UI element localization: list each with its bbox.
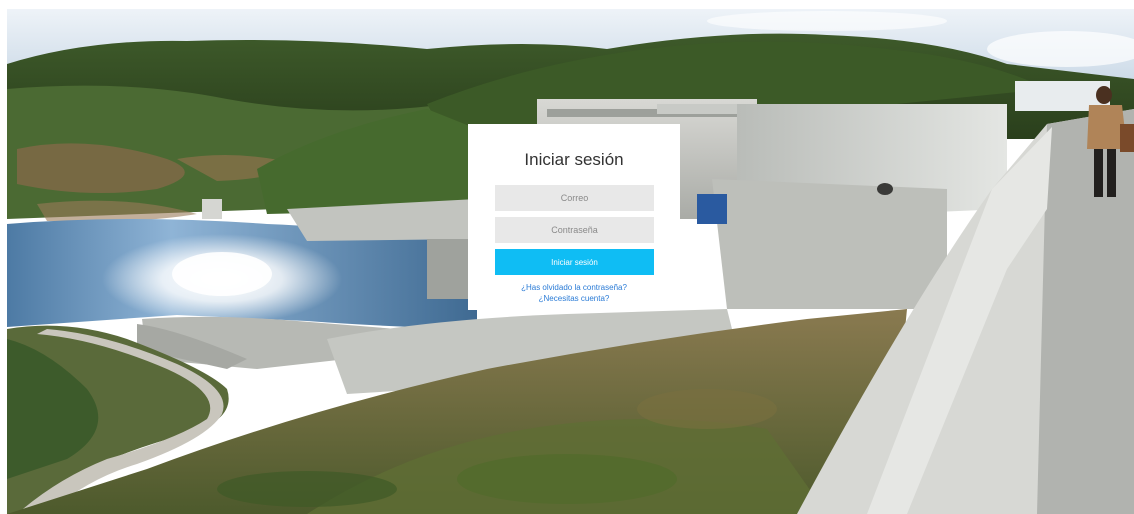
forgot-password-link[interactable]: ¿Has olvidado la contraseña? xyxy=(495,282,653,293)
login-card: Iniciar sesión Iniciar sesión ¿Has olvid… xyxy=(468,124,680,310)
signup-link[interactable]: ¿Necesitas cuenta? xyxy=(495,293,653,304)
page-frame: Iniciar sesión Iniciar sesión ¿Has olvid… xyxy=(7,9,1134,514)
password-field[interactable] xyxy=(495,217,654,243)
email-field[interactable] xyxy=(495,185,654,211)
login-button[interactable]: Iniciar sesión xyxy=(495,249,654,275)
login-title: Iniciar sesión xyxy=(524,150,624,169)
login-links: ¿Has olvidado la contraseña? ¿Necesitas … xyxy=(495,282,653,304)
